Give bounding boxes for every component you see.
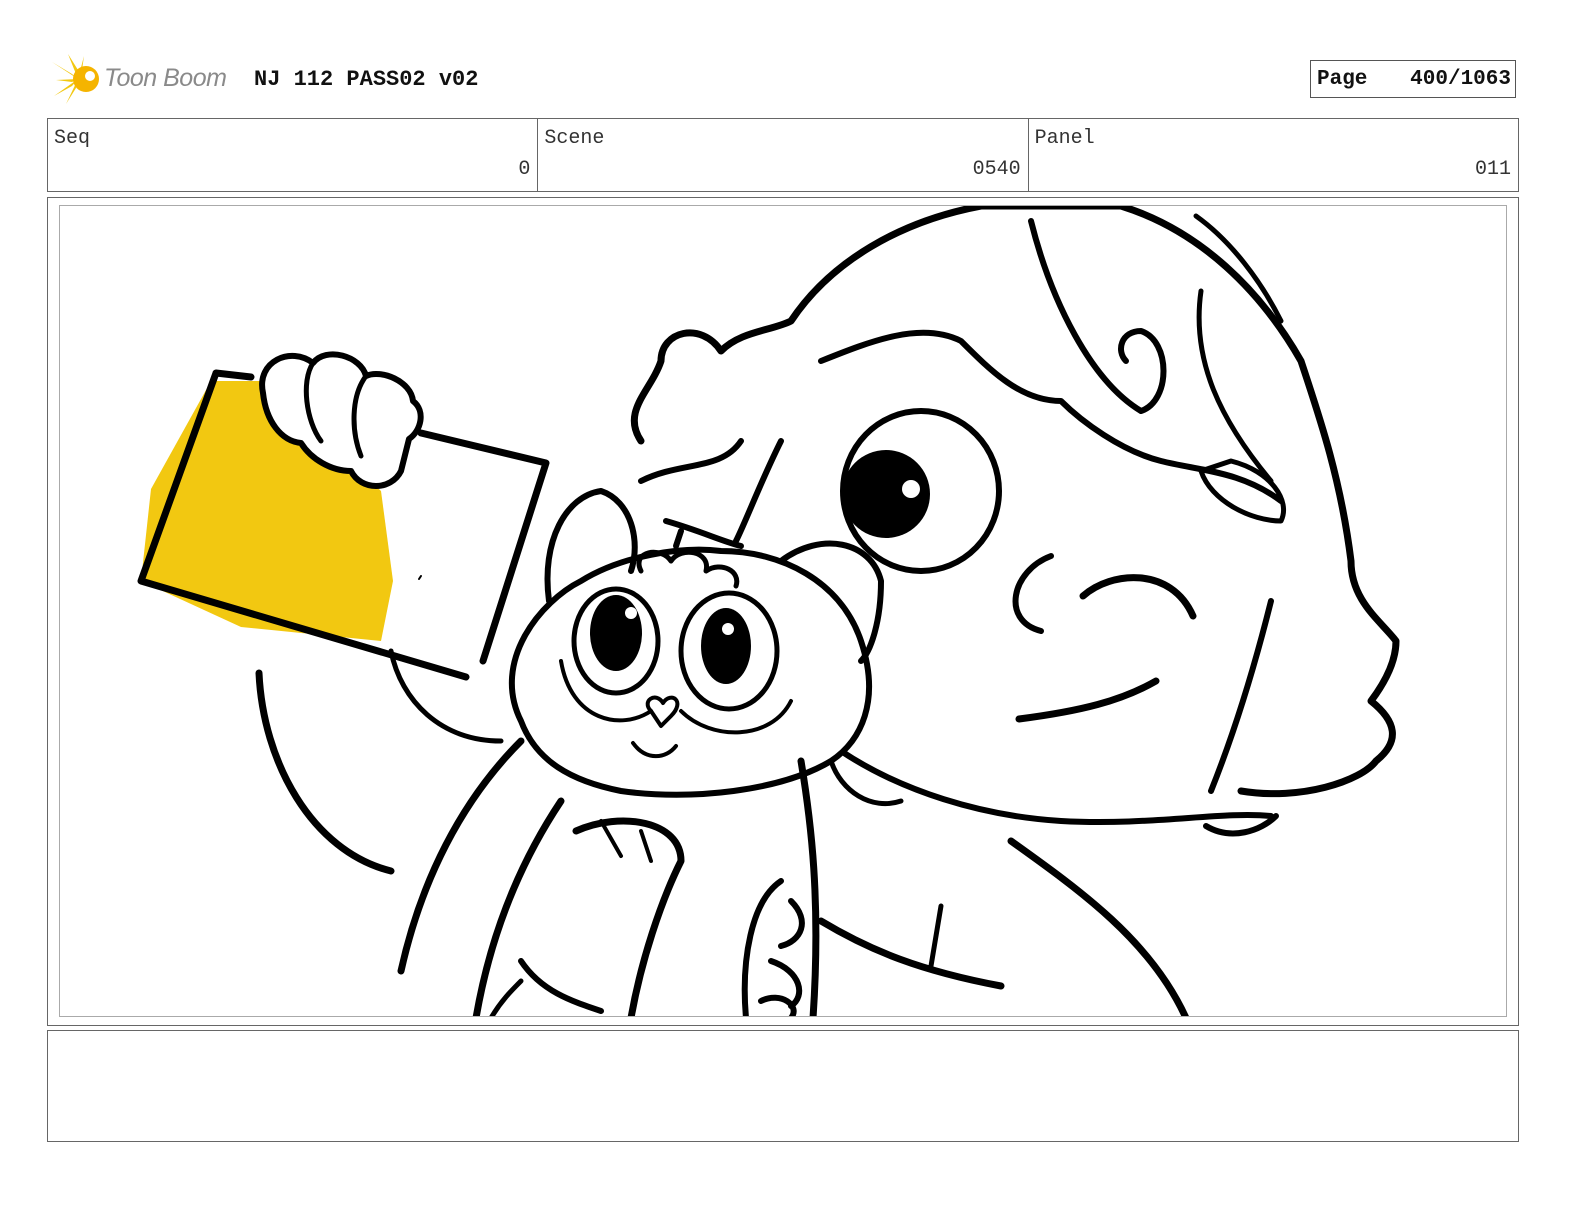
page-counter: Page 400/1063 — [1310, 60, 1516, 98]
girl-face — [638, 438, 784, 544]
page-value: 400/1063 — [1410, 68, 1511, 91]
scene-value: 0540 — [972, 158, 1021, 181]
lemur-eye-right — [701, 608, 751, 684]
lemur-eye-left — [590, 595, 642, 671]
storyboard-sketch — [137, 206, 1400, 1016]
girl-smile — [1015, 677, 1160, 723]
girl-wink — [1079, 574, 1197, 620]
lemur-body — [397, 737, 525, 975]
panel-notes-box — [47, 1030, 1519, 1142]
toon-boom-sun-icon — [52, 54, 99, 104]
logo-text: Toon Boom — [104, 64, 227, 92]
panel-cell: Panel 011 — [1029, 119, 1518, 191]
panel-value: 011 — [1474, 158, 1511, 181]
document-title: NJ 112 PASS02 v02 — [254, 67, 479, 92]
page-label: Page — [1317, 68, 1368, 91]
girl-nose — [1012, 553, 1054, 634]
storyboard-panel-drawing — [59, 205, 1507, 1017]
scene-label: Scene — [544, 127, 605, 150]
seq-cell: Seq 0 — [48, 119, 539, 191]
seq-label: Seq — [54, 127, 91, 150]
scene-info-row: Seq 0 Scene 0540 Panel 011 — [47, 118, 1519, 192]
panel-label: Panel — [1034, 127, 1095, 150]
arm — [255, 669, 395, 875]
scene-cell: Scene 0540 — [538, 119, 1029, 191]
lemur-tail — [741, 878, 805, 1016]
toon-boom-logo: Toon Boom — [50, 52, 238, 106]
seq-value: 0 — [518, 158, 531, 181]
